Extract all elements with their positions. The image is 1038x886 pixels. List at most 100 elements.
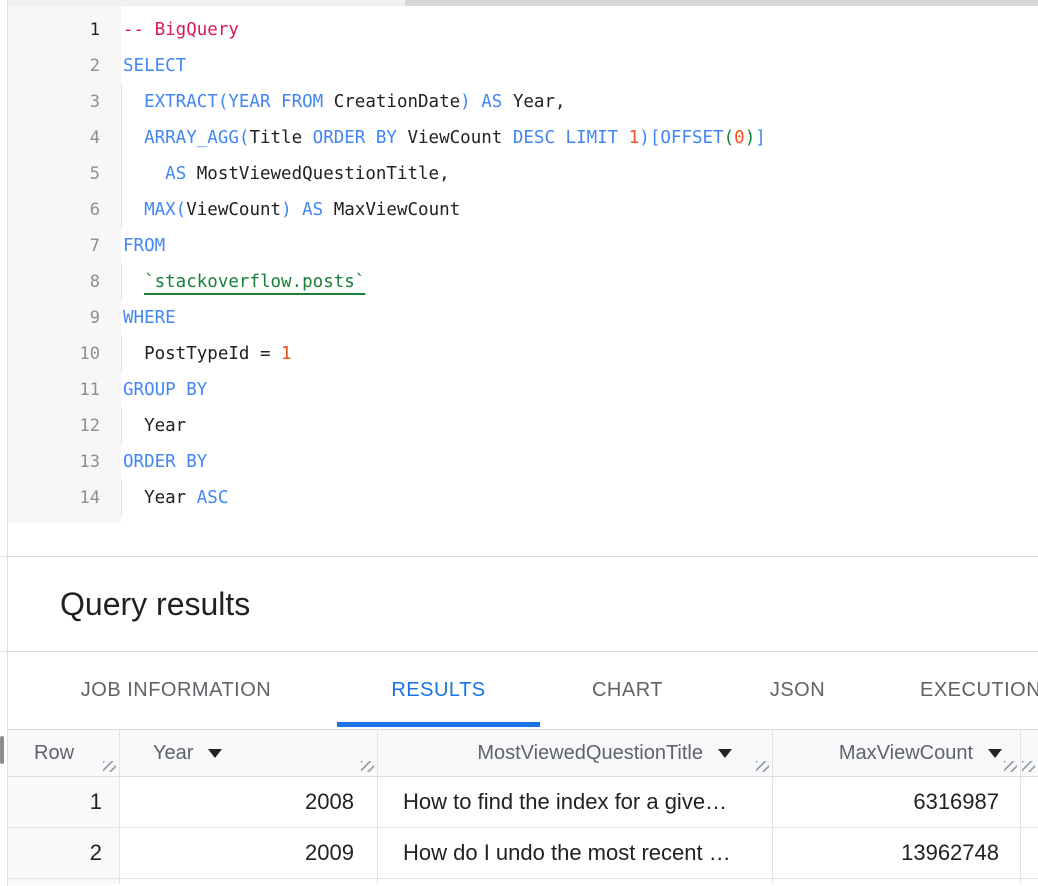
column-menu-icon[interactable] — [208, 749, 222, 758]
code-text: GROUP BY — [100, 372, 207, 408]
code-token: Year — [123, 416, 186, 436]
code-text: EXTRACT(YEAR FROM CreationDate) AS Year, — [100, 84, 566, 120]
code-line: 5 AS MostViewedQuestionTitle, — [8, 156, 1038, 192]
results-table: Row Year MostViewedQuestionTitle MaxViewCou… — [8, 729, 1038, 884]
table-cell — [120, 879, 378, 884]
code-token: ViewCount — [186, 200, 281, 220]
code-line: 1 -- BigQuery — [8, 12, 1038, 48]
code-text: Year ASC — [100, 480, 228, 516]
column-menu-icon[interactable] — [988, 749, 1002, 758]
code-line: 11GROUP BY — [8, 372, 1038, 408]
column-resize-handle-icon[interactable] — [1004, 761, 1017, 772]
tab-results[interactable]: RESULTS — [337, 652, 540, 729]
tab-job-information[interactable]: JOB INFORMATION — [26, 652, 326, 729]
code-token — [123, 92, 144, 112]
query-results-title: Query results — [60, 586, 250, 623]
table-cell: 2009 — [120, 828, 378, 878]
code-token: )[OFFSET — [639, 128, 723, 148]
table-cell: 6316987 — [773, 777, 1021, 827]
table-cell — [773, 879, 1021, 884]
column-header-label: Row — [34, 742, 74, 765]
tab-json[interactable]: JSON — [715, 652, 880, 729]
column-header-label: Year — [153, 742, 193, 765]
table-cell — [1021, 879, 1038, 884]
code-line: 12 Year — [8, 408, 1038, 444]
vertical-scrollbar-thumb[interactable] — [0, 736, 4, 764]
code-text: FROM — [100, 228, 165, 264]
column-header-row[interactable]: Row — [8, 730, 120, 776]
table-row: 12008How to find the index for a give…63… — [8, 777, 1038, 828]
code-token: 1 — [629, 128, 640, 148]
code-line: 8 `stackoverflow.posts` — [8, 264, 1038, 300]
column-header-maxviewcount[interactable]: MaxViewCount — [773, 730, 1021, 776]
code-token: Year — [123, 488, 197, 508]
code-line: 3 EXTRACT(YEAR FROM CreationDate) AS Yea… — [8, 84, 1038, 120]
code-line: 2 SELECT — [8, 48, 1038, 84]
code-token: GROUP BY — [123, 380, 207, 400]
code-token: ) AS — [460, 92, 513, 112]
code-token: SELECT — [123, 56, 186, 76]
code-token: Year, — [513, 92, 566, 112]
column-header-mostviewedquestiontitle[interactable]: MostViewedQuestionTitle — [378, 730, 773, 776]
column-header-year[interactable]: Year — [120, 730, 378, 776]
row-number-cell: 1 — [8, 777, 120, 827]
code-token: 1 — [281, 344, 292, 364]
code-text: AS MostViewedQuestionTitle, — [100, 156, 450, 192]
line-number: 14 — [8, 480, 100, 516]
code-token: WHERE — [123, 308, 176, 328]
column-resize-handle-icon[interactable] — [1022, 761, 1035, 772]
code-token: PostTypeId = — [144, 344, 281, 364]
code-token: MaxViewCount — [334, 200, 460, 220]
horizontal-scrollbar-thumb[interactable] — [405, 0, 1038, 6]
line-number: 4 — [8, 120, 100, 156]
row-number-cell: 2 — [8, 828, 120, 878]
table-cell: How to find the index for a give… — [378, 777, 773, 827]
table-row: 22009How do I undo the most recent …1396… — [8, 828, 1038, 879]
code-token: Title — [249, 128, 312, 148]
tab-execution-details[interactable]: EXECUTION DETAILS — [900, 652, 1038, 729]
table-cell — [8, 879, 120, 884]
column-menu-icon[interactable] — [718, 749, 732, 758]
column-resize-handle-icon[interactable] — [756, 761, 769, 772]
column-resize-handle-icon[interactable] — [103, 761, 116, 772]
bigquery-results-panel: 1 -- BigQuery 2 SELECT 3 EXTRACT(YEAR FROM C… — [0, 0, 1038, 886]
table-reference-link[interactable]: `stackoverflow.posts` — [144, 272, 365, 292]
code-token — [123, 164, 165, 184]
sql-editor[interactable]: 1 -- BigQuery 2 SELECT 3 EXTRACT(YEAR FROM C… — [8, 12, 1038, 516]
table-cell — [378, 879, 773, 884]
line-number: 2 — [8, 48, 100, 84]
code-token — [123, 272, 144, 292]
code-token: -- BigQuery — [123, 20, 239, 40]
code-token: ) AS — [281, 200, 334, 220]
editor-horizontal-scrollbar[interactable] — [8, 0, 1038, 6]
line-number: 1 — [8, 12, 100, 48]
table-cell: 2008 — [120, 777, 378, 827]
line-number: 6 — [8, 192, 100, 228]
code-token: ORDER BY — [313, 128, 408, 148]
column-header-label: MostViewedQuestionTitle — [477, 742, 703, 765]
code-token — [123, 344, 144, 364]
line-number: 5 — [8, 156, 100, 192]
line-number: 9 — [8, 300, 100, 336]
results-tab-bar: JOB INFORMATIONRESULTSCHARTJSON EXECUTION… — [0, 652, 1038, 729]
code-line: 7FROM — [8, 228, 1038, 264]
code-token: CreationDate — [334, 92, 460, 112]
code-text: WHERE — [100, 300, 176, 336]
table-cell-filler — [1021, 828, 1038, 878]
code-line: 6 MAX(ViewCount) AS MaxViewCount — [8, 192, 1038, 228]
code-line: 14 Year ASC — [8, 480, 1038, 516]
code-token: MAX( — [144, 200, 186, 220]
code-token: AS — [165, 164, 197, 184]
code-token: FROM — [123, 236, 165, 256]
code-text: SELECT — [100, 48, 186, 84]
code-token: DESC LIMIT — [513, 128, 629, 148]
code-text: ORDER BY — [100, 444, 207, 480]
code-token: ARRAY_AGG( — [144, 128, 249, 148]
code-text: PostTypeId = 1 — [100, 336, 292, 372]
table-cell-filler — [1021, 777, 1038, 827]
tab-chart[interactable]: CHART — [545, 652, 710, 729]
code-line: 13ORDER BY — [8, 444, 1038, 480]
code-token: EXTRACT(YEAR FROM — [144, 92, 334, 112]
column-resize-handle-icon[interactable] — [361, 761, 374, 772]
code-token: ViewCount — [407, 128, 512, 148]
